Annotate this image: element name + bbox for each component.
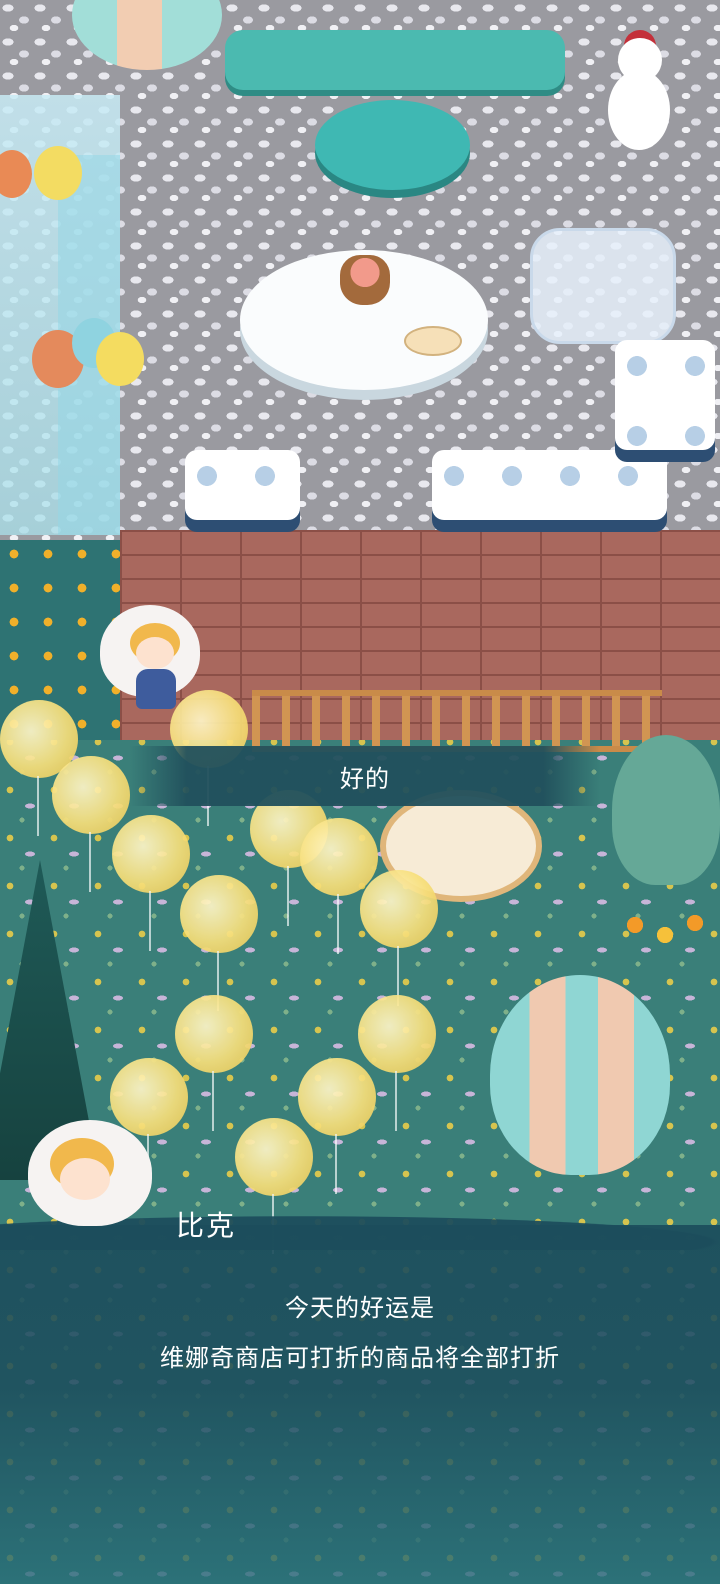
star-balloon (358, 995, 436, 1131)
dialog-advance-area[interactable] (0, 1225, 720, 1584)
round-tree (612, 735, 720, 885)
dessert-tray (315, 100, 470, 190)
star-balloon (360, 870, 438, 1006)
star-balloon (175, 995, 253, 1131)
orange-flowers (620, 905, 720, 965)
dialog-choice-option[interactable]: 好的 (130, 746, 600, 806)
cake-plate (404, 326, 462, 356)
player-body (136, 669, 176, 709)
game-scene: 好的 比克 今天的好运是 维娜奇商店可打折的商品将全部打折 (0, 0, 720, 1584)
snowman-head (618, 38, 662, 82)
portrait-face (60, 1158, 110, 1200)
glass-armchair (530, 228, 676, 344)
hot-air-balloon (490, 975, 670, 1175)
snowman (608, 70, 670, 150)
speaker-portrait-icon (28, 1120, 152, 1230)
flower-pot (340, 255, 390, 305)
star-balloon (298, 1058, 376, 1194)
frosted-hedge-tall (615, 340, 715, 450)
star-balloon (235, 1118, 313, 1254)
player-face (136, 637, 174, 669)
wooden-fence (252, 690, 662, 752)
player-character[interactable] (100, 605, 200, 730)
frosted-hedge-left (185, 450, 300, 520)
balloon-yellow-2 (96, 332, 144, 386)
balloon-yellow (34, 146, 82, 200)
star-balloon (52, 756, 130, 892)
star-balloon (300, 818, 378, 954)
teal-couch (225, 30, 565, 90)
star-balloon (112, 815, 190, 951)
star-balloon (180, 875, 258, 1011)
choice-label: 好的 (340, 764, 390, 793)
frosted-hedge-right (432, 450, 667, 520)
